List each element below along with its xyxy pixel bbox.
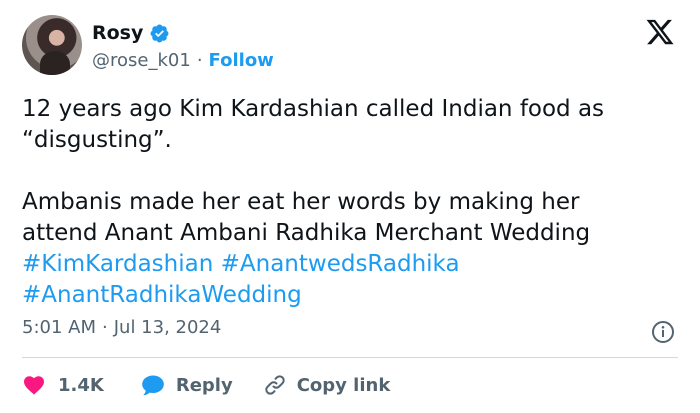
display-name[interactable]: Rosy <box>92 22 143 44</box>
action-bar: 1.4K Reply Copy link <box>22 368 390 402</box>
reply-bubble-icon <box>142 375 164 396</box>
reply-label: Reply <box>175 374 233 396</box>
copy-link-label: Copy link <box>296 374 391 396</box>
copy-link-button[interactable]: Copy link <box>263 373 391 397</box>
avatar[interactable] <box>22 15 82 75</box>
handle-separator: · <box>196 49 203 71</box>
like-count: 1.4K <box>58 374 104 396</box>
tweet-line: Ambanis made her eat her words by making… <box>22 189 580 215</box>
divider <box>22 357 678 358</box>
tweet-date: Jul 13, 2024 <box>113 317 222 338</box>
tweet-time: 5:01 AM <box>22 317 96 338</box>
hashtag-link[interactable]: #KimKardashian <box>22 251 213 277</box>
timestamp-separator: · <box>102 317 108 338</box>
heart-icon <box>24 376 44 395</box>
tweet-line: 12 years ago Kim Kardashian called India… <box>22 96 605 122</box>
like-button[interactable]: 1.4K <box>22 373 104 397</box>
author-name-row: Rosy <box>92 20 170 46</box>
tweet-line: “disgusting”. <box>22 127 172 153</box>
link-icon <box>265 375 285 395</box>
handle-row: @rose_k01 · Follow <box>92 47 274 73</box>
reply-button[interactable]: Reply <box>140 373 233 397</box>
hashtag-link[interactable]: #AnantRadhikaWedding <box>22 282 302 308</box>
hashtag-line: #KimKardashian #AnantwedsRadhika <box>22 249 682 280</box>
tweet-line: attend Anant Ambani Radhika Merchant Wed… <box>22 220 591 246</box>
follow-link[interactable]: Follow <box>209 50 274 71</box>
info-icon[interactable] <box>651 320 675 344</box>
tweet-card: Rosy @rose_k01 · Follow 12 years ago Kim… <box>0 0 700 413</box>
verified-badge-icon <box>150 24 169 42</box>
hashtag-link[interactable]: #AnantwedsRadhika <box>221 251 460 277</box>
hashtag-line: #AnantRadhikaWedding <box>22 280 682 311</box>
handle[interactable]: @rose_k01 <box>92 50 191 71</box>
timestamp[interactable]: 5:01 AM · Jul 13, 2024 <box>22 317 221 338</box>
x-logo-icon[interactable] <box>645 17 675 47</box>
tweet-text: 12 years ago Kim Kardashian called India… <box>22 94 682 311</box>
